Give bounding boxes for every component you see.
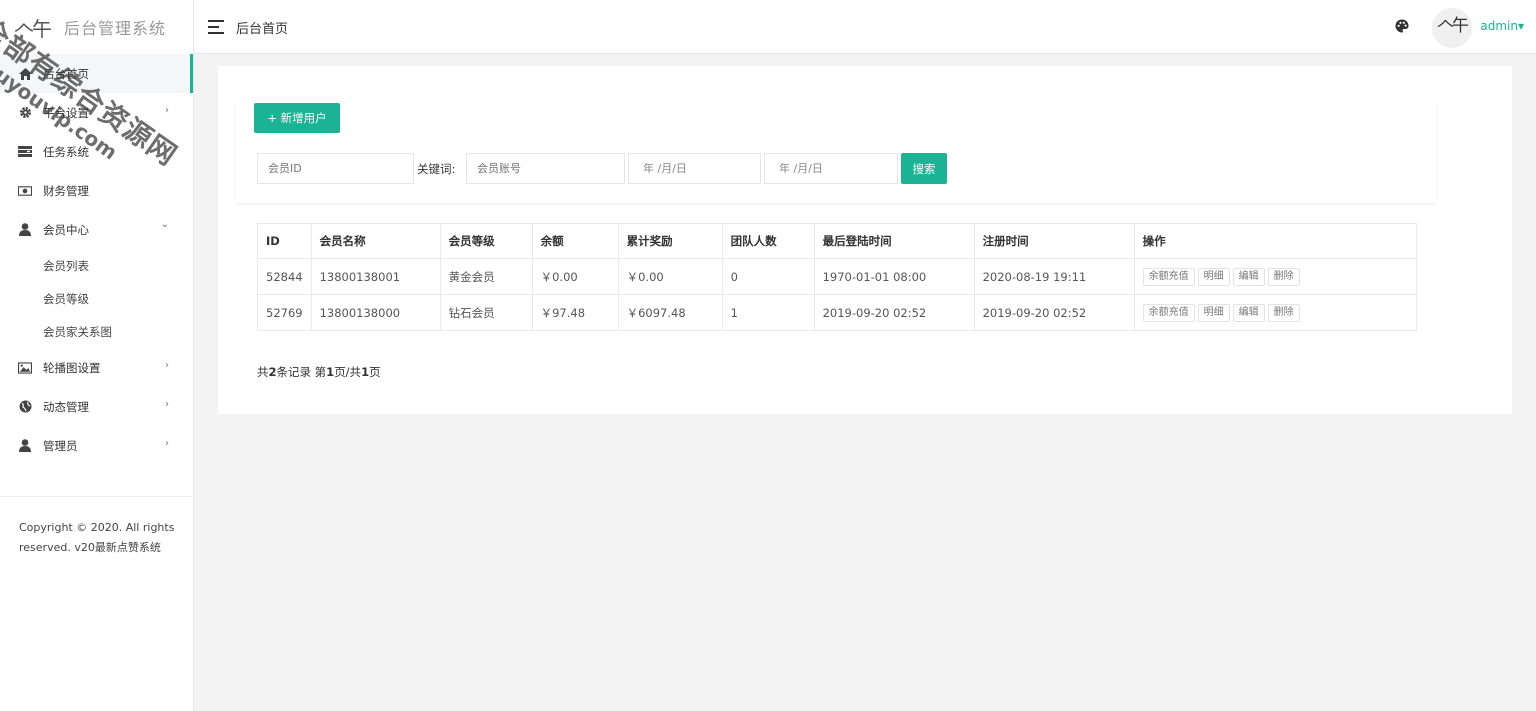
chevron-right-icon: › (165, 105, 169, 116)
sidebar-item-finance[interactable]: 财务管理 (0, 171, 193, 210)
column-header: ID (257, 223, 312, 259)
table-row: 52844 13800138001 黄金会员 ￥0.00 ￥0.00 0 197… (257, 258, 1418, 295)
chevron-right-icon: › (165, 360, 169, 371)
sidebar-divider (0, 496, 193, 497)
pager-pages: 1 (361, 365, 370, 379)
sidebar-item-platform-settings[interactable]: 平台设置 › (0, 93, 193, 132)
brand-logo: 𠆢午 (14, 16, 52, 41)
tasks-icon (18, 145, 32, 159)
sidebar-item-label: 任务系统 (43, 144, 89, 159)
palette-icon[interactable] (1395, 19, 1409, 33)
sidebar-item-label: 动态管理 (43, 399, 89, 414)
pager-text: 共 (257, 365, 269, 379)
pagination-info: 共2条记录 第1页/共1页 (257, 364, 381, 380)
cell-register-time: 2019-09-20 02:52 (973, 294, 1135, 331)
column-header: 注册时间 (973, 223, 1135, 259)
cell-name: 13800138001 (310, 258, 441, 295)
pager-page: 1 (326, 365, 335, 379)
cell-level: 钻石会员 (439, 294, 533, 331)
pager-text: 条记录 第 (276, 365, 327, 379)
cell-id: 52844 (257, 258, 312, 295)
user-icon (18, 439, 32, 453)
table-header-row: ID 会员名称 会员等级 余额 累计奖励 团队人数 最后登陆时间 注册时间 操作 (257, 223, 1418, 259)
image-icon (18, 361, 32, 375)
home-icon (18, 67, 32, 81)
details-button[interactable]: 明细 (1197, 267, 1230, 286)
chevron-down-icon: ⌄ (160, 219, 169, 230)
start-date-input[interactable]: 年 /月/日 (628, 153, 761, 184)
sidebar-item-carousel[interactable]: 轮播图设置 › (0, 348, 193, 387)
user-icon (18, 223, 32, 237)
delete-button[interactable]: 删除 (1267, 267, 1300, 286)
sidebar-item-label: 财务管理 (43, 183, 89, 198)
member-account-input[interactable] (466, 153, 625, 184)
money-icon (18, 184, 32, 198)
cell-reward: ￥6097.48 (617, 294, 723, 331)
end-date-input[interactable]: 年 /月/日 (764, 153, 898, 184)
column-header: 会员等级 (439, 223, 533, 259)
sidebar-item-member-center[interactable]: 会员中心 ⌄ (0, 210, 193, 249)
brand-title: 后台管理系统 (64, 19, 167, 38)
sidebar-item-admins[interactable]: 管理员 › (0, 426, 193, 465)
brand: 𠆢午 后台管理系统 (0, 0, 193, 54)
page-title: 后台首页 (236, 22, 289, 37)
edit-button[interactable]: 编辑 (1232, 267, 1265, 286)
chevron-right-icon: › (165, 438, 169, 449)
sidebar-item-label: 会员中心 (43, 222, 89, 237)
column-header: 最后登陆时间 (813, 223, 975, 259)
column-header: 余额 (531, 223, 619, 259)
globe-icon (18, 400, 32, 414)
recharge-button[interactable]: 余额充值 (1142, 267, 1195, 286)
pager-text: 页/共 (334, 365, 362, 379)
chevron-right-icon: › (165, 399, 169, 410)
sidebar-subitem-member-level[interactable]: 会员等级 (0, 282, 193, 315)
cell-team-size: 0 (721, 258, 815, 295)
pager-text: 页 (369, 365, 381, 379)
user-menu[interactable]: admin▾ (1480, 19, 1524, 33)
cell-id: 52769 (257, 294, 312, 331)
pager-total: 2 (268, 365, 277, 379)
sidebar-item-label: 平台设置 (43, 105, 89, 120)
cell-register-time: 2020-08-19 19:11 (973, 258, 1135, 295)
add-user-button[interactable]: + 新增用户 (254, 103, 340, 133)
topbar: 后台首页 𠆢午 admin▾ (194, 0, 1536, 54)
delete-button[interactable]: 删除 (1267, 303, 1300, 322)
edit-button[interactable]: 编辑 (1232, 303, 1265, 322)
sidebar-subitem-member-list[interactable]: 会员列表 (0, 249, 193, 282)
sidebar-item-task-system[interactable]: 任务系统 (0, 132, 193, 171)
cell-balance: ￥0.00 (531, 258, 619, 295)
column-header: 操作 (1133, 223, 1418, 259)
sidebar: 𠆢午 后台管理系统 后台首页 平台设置 › 任务系统 财务管理 会员中心 ⌄ 会… (0, 0, 194, 711)
cell-team-size: 1 (721, 294, 815, 331)
cell-last-login: 1970-01-01 08:00 (813, 258, 975, 295)
avatar[interactable]: 𠆢午 (1432, 8, 1472, 48)
cell-actions: 余额充值 明细 编辑 删除 (1133, 258, 1418, 295)
cell-reward: ￥0.00 (617, 258, 723, 295)
sidebar-item-news[interactable]: 动态管理 › (0, 387, 193, 426)
sidebar-item-label: 轮播图设置 (43, 360, 101, 375)
sidebar-item-label: 后台首页 (43, 66, 89, 81)
members-table: ID 会员名称 会员等级 余额 累计奖励 团队人数 最后登陆时间 注册时间 操作… (257, 223, 1418, 331)
column-header: 团队人数 (721, 223, 815, 259)
recharge-button[interactable]: 余额充值 (1142, 303, 1195, 322)
cell-level: 黄金会员 (439, 258, 533, 295)
column-header: 会员名称 (310, 223, 441, 259)
sidebar-subitem-member-relations[interactable]: 会员家关系图 (0, 315, 193, 348)
sidebar-item-label: 管理员 (43, 438, 78, 453)
cell-last-login: 2019-09-20 02:52 (813, 294, 975, 331)
main-panel: + 新增用户 关键词: 年 /月/日 年 /月/日 搜索 ID 会员名称 会员等… (218, 66, 1512, 414)
cell-actions: 余额充值 明细 编辑 删除 (1133, 294, 1418, 331)
sidebar-item-home[interactable]: 后台首页 (0, 54, 193, 93)
details-button[interactable]: 明细 (1197, 303, 1230, 322)
table-row: 52769 13800138000 钻石会员 ￥97.48 ￥6097.48 1… (257, 294, 1418, 331)
cell-balance: ￥97.48 (531, 294, 619, 331)
keyword-label: 关键词: (417, 162, 456, 176)
gear-icon (18, 106, 32, 120)
menu-toggle-icon[interactable] (208, 20, 224, 38)
search-button[interactable]: 搜索 (901, 153, 947, 184)
member-id-input[interactable] (257, 153, 414, 184)
column-header: 累计奖励 (617, 223, 723, 259)
cell-name: 13800138000 (310, 294, 441, 331)
copyright: Copyright © 2020. All rights reserved. v… (19, 521, 175, 554)
